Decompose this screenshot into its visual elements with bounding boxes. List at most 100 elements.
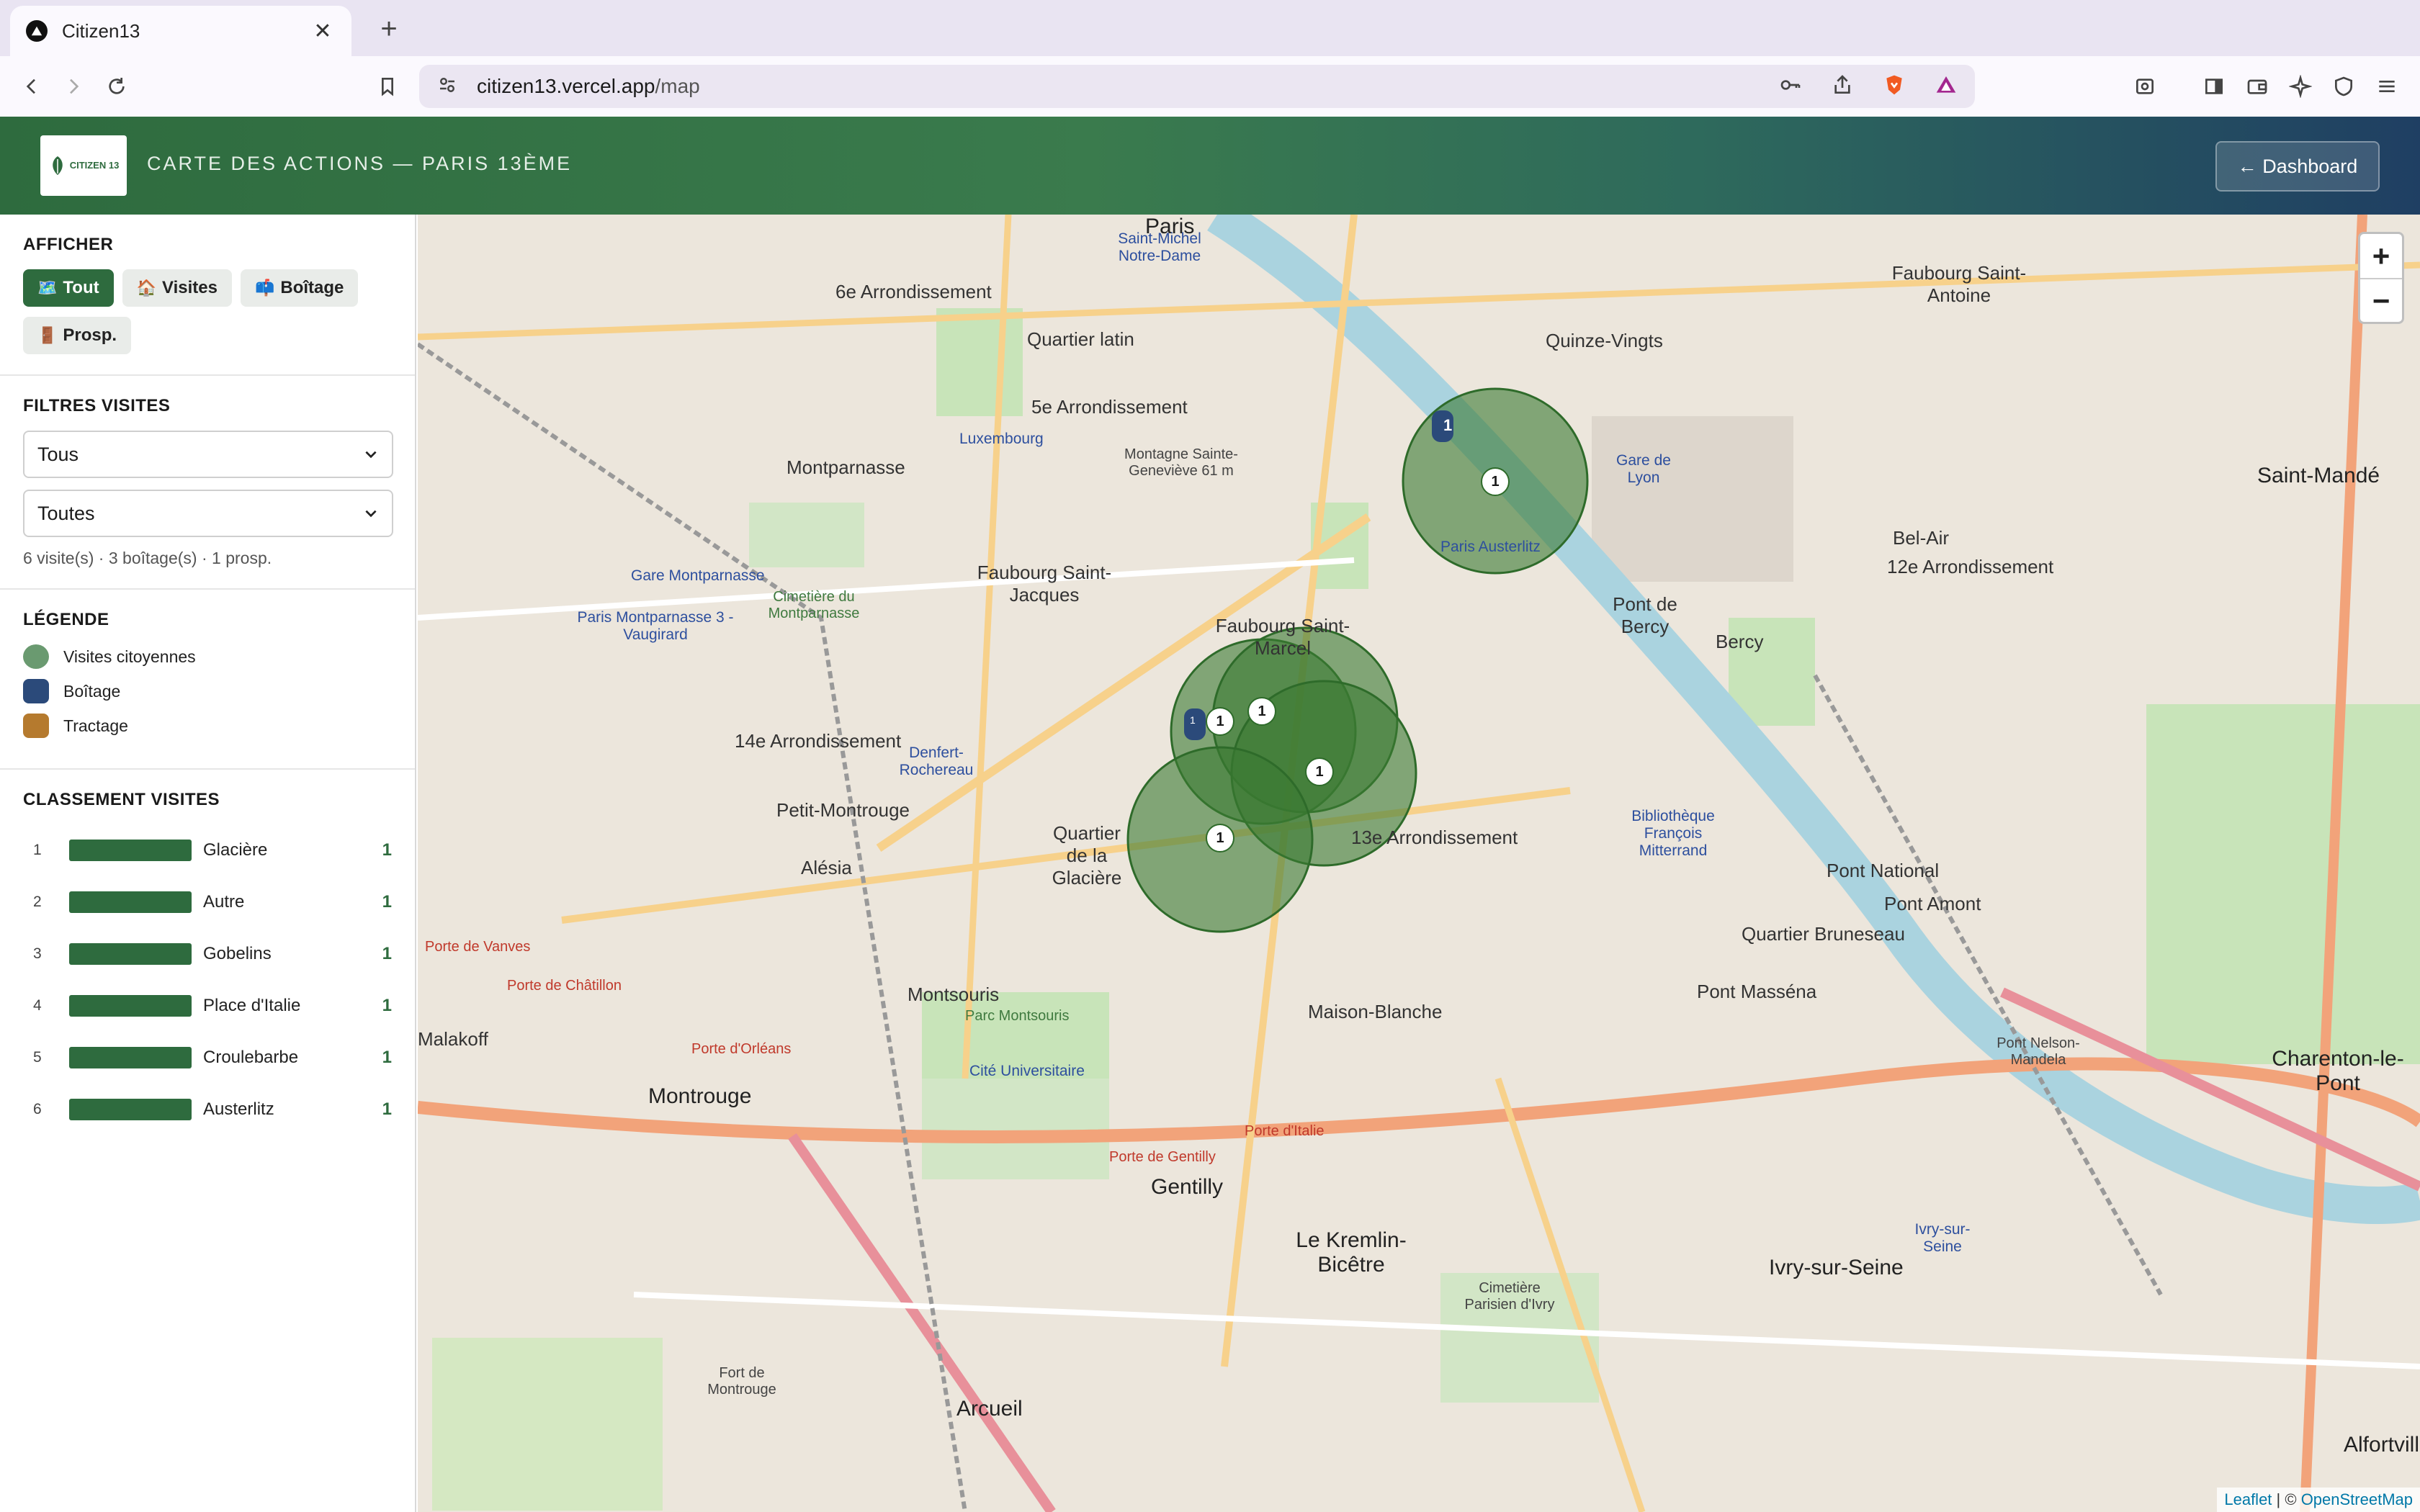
rank-number: 2 (33, 894, 42, 910)
forward-icon[interactable] (58, 71, 89, 102)
rank-count: 1 (382, 1048, 392, 1067)
place-label: Porte d'Italie (1245, 1123, 1325, 1139)
place-label: Arcueil (956, 1397, 1023, 1421)
display-chips: 🗺️ Tout 🏠 Visites 📫 Boîtage 🚪 Prosp. (23, 269, 392, 354)
chip-all[interactable]: 🗺️ Tout (23, 269, 114, 307)
sidebar-toggle-icon[interactable] (2198, 71, 2230, 102)
zoom-out-button[interactable]: − (2360, 278, 2402, 322)
legend-title: LÉGENDE (23, 610, 109, 629)
key-icon[interactable] (1779, 73, 1802, 100)
action-counts: 6 visite(s) · 3 boîtage(s) · 1 prosp. (23, 549, 272, 567)
rank-name: Austerlitz (203, 1099, 274, 1119)
share-icon[interactable] (1831, 73, 1854, 100)
place-label: Porte de Vanves (425, 939, 531, 955)
bookmark-icon[interactable] (372, 71, 403, 102)
place-label: Quartier latin (1027, 328, 1134, 350)
park-luxembourg (936, 308, 1023, 416)
legend-item-tract: Tractage (23, 714, 392, 738)
rank-number: 4 (33, 997, 42, 1014)
brave-shield-icon[interactable] (1883, 73, 1906, 100)
select-value: Tous (37, 443, 79, 465)
place-label: Porte d'Orléans (691, 1041, 792, 1057)
place-label: Gentilly (1151, 1175, 1224, 1199)
marker-count[interactable]: 1 (1206, 824, 1234, 852)
place-label: Pont Amont (1884, 893, 1981, 914)
rank-bar (69, 943, 192, 965)
ranking-row: 2 Autre 1 (23, 876, 392, 928)
place-label: Fort de Montrouge (707, 1365, 776, 1398)
legend-swatch (23, 679, 49, 703)
rank-number: 6 (33, 1101, 42, 1117)
url-host: citizen13.vercel.app (477, 75, 655, 97)
site-favicon-icon (26, 20, 48, 42)
filters-section: FILTRES VISITES Tous Toutes 6 visite(s) … (0, 376, 415, 590)
rank-number: 1 (33, 842, 42, 858)
chip-label: Visites (162, 278, 218, 297)
ranking-row: 1 Glacière 1 (23, 824, 392, 876)
place-label: 13e Arrondissement (1351, 827, 1518, 848)
place-label: Montagne Sainte-Geneviève 61 m (1124, 446, 1238, 479)
place-label: Saint-Michel Notre-Dame (1118, 230, 1201, 264)
ranking-row: 6 Austerlitz 1 (23, 1084, 392, 1135)
citizen13-logo[interactable]: CITIZEN 13 (40, 135, 127, 196)
menu-icon[interactable] (2371, 71, 2403, 102)
leo-ai-icon[interactable] (2285, 71, 2316, 102)
place-label: Alfortvill (2344, 1433, 2420, 1457)
new-tab-icon[interactable]: + (372, 13, 406, 45)
place-label: Pont Nelson-Mandela (1996, 1035, 2080, 1068)
chip-mailbox[interactable]: 📫 Boîtage (240, 269, 359, 307)
rank-bar (69, 1047, 192, 1068)
site-settings-icon[interactable] (436, 74, 458, 99)
tab-title: Citizen13 (62, 19, 140, 42)
place-label: Gare de Lyon (1616, 452, 1671, 486)
marker-count[interactable]: 1 (1443, 416, 1472, 439)
rank-bar (69, 995, 192, 1017)
osm-link[interactable]: OpenStreetMap (2301, 1490, 2413, 1508)
chip-prospection[interactable]: 🚪 Prosp. (23, 317, 132, 354)
marker-count[interactable]: 1 (1190, 714, 1204, 732)
legend-label: Tractage (63, 716, 128, 735)
place-label: Quartier de la Glacière (1052, 822, 1122, 888)
marker-count[interactable]: 1 (1247, 697, 1276, 726)
place-label: Luxembourg (959, 431, 1044, 447)
place-label: Montrouge (648, 1084, 752, 1108)
close-tab-icon[interactable]: ✕ (310, 19, 336, 44)
browser-tab-bar: Citizen13 ✕ + (0, 0, 2420, 56)
reload-icon[interactable] (101, 71, 133, 102)
place-label: Bel-Air (1893, 527, 1950, 549)
place-label: Pont Masséna (1697, 981, 1817, 1002)
leaflet-link[interactable]: Leaflet (2224, 1490, 2272, 1508)
screenshot-icon[interactable] (2129, 71, 2161, 102)
legend-item-visits: Visites citoyennes (23, 644, 392, 669)
dashboard-button[interactable]: ← Dashboard (2215, 141, 2380, 192)
place-label: Paris Montparnasse 3 - Vaugirard (577, 609, 734, 643)
marker-count[interactable]: 1 (1305, 757, 1334, 786)
rail-yard-lyon (1592, 416, 1793, 582)
marker-count[interactable]: 1 (1481, 467, 1510, 496)
place-label: Charenton-le-Pont (2272, 1047, 2404, 1095)
filter-select-status[interactable]: Tous (23, 431, 393, 478)
zoom-in-button[interactable]: + (2360, 234, 2402, 278)
browser-tab[interactable]: Citizen13 ✕ (10, 6, 351, 56)
wallet-icon[interactable] (2241, 71, 2273, 102)
leaf-logo-icon (52, 156, 63, 175)
address-bar[interactable]: citizen13.vercel.app/map (419, 65, 1975, 108)
place-label: Alésia (801, 857, 852, 878)
marker-count[interactable]: 1 (1206, 707, 1234, 736)
back-icon[interactable] (16, 71, 48, 102)
place-label: Faubourg Saint-Antoine (1891, 262, 2027, 306)
map-canvas[interactable]: 1 1 1 1 1 1 1 Paris Saint-Michel Notre-D… (418, 215, 2420, 1512)
brave-rewards-icon[interactable] (1935, 73, 1958, 100)
chip-visits[interactable]: 🏠 Visites (122, 269, 232, 307)
rank-count: 1 (382, 1099, 392, 1119)
filter-select-quartier[interactable]: Toutes (23, 490, 393, 537)
place-label: Paris Austerlitz (1440, 539, 1541, 555)
select-value: Toutes (37, 502, 95, 524)
place-label: Parc Montsouris (965, 1008, 1070, 1024)
chip-label: Prosp. (63, 325, 117, 345)
place-label: Bibliothèque François Mitterrand (1631, 808, 1715, 859)
place-label: Bercy (1716, 631, 1764, 652)
vpn-icon[interactable] (2328, 71, 2360, 102)
url-path: /map (655, 75, 700, 97)
rank-name: Croulebarbe (203, 1048, 299, 1067)
